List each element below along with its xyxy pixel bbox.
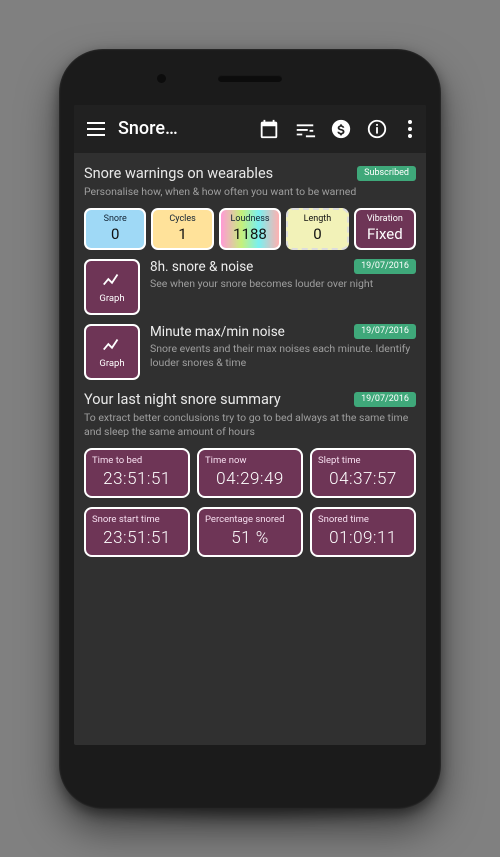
chip-vibration[interactable]: Vibration Fixed — [354, 208, 416, 250]
section2-subtitle: To extract better conclusions try to go … — [84, 411, 416, 439]
card-label: Slept time — [318, 455, 408, 466]
graph-subtitle: Snore events and their max noises each m… — [150, 342, 416, 370]
content-area: Snore warnings on wearables Subscribed P… — [74, 153, 426, 558]
card-time-now[interactable]: Time now 04:29:49 — [197, 448, 303, 498]
app-title: Snore… — [118, 118, 178, 139]
card-snore-start[interactable]: Snore start time 23:51:51 — [84, 507, 190, 557]
chart-line-icon — [101, 269, 123, 291]
chip-loudness[interactable]: Loudness 1188 — [219, 208, 281, 250]
card-label: Snore start time — [92, 514, 182, 525]
card-label: Time now — [205, 455, 295, 466]
card-time-to-bed[interactable]: Time to bed 23:51:51 — [84, 448, 190, 498]
card-label: Time to bed — [92, 455, 182, 466]
chip-value: 1 — [153, 225, 211, 243]
chip-label: Loudness — [221, 214, 279, 224]
section1-subtitle: Personalise how, when & how often you wa… — [84, 185, 416, 199]
overflow-menu-icon[interactable] — [402, 120, 418, 138]
graph-row-minute[interactable]: Graph Minute max/min noise 19/07/2016 Sn… — [84, 324, 416, 380]
chip-snore[interactable]: Snore 0 — [84, 208, 146, 250]
monetization-icon[interactable] — [330, 118, 352, 140]
chip-value: Fixed — [356, 225, 414, 243]
graph-date: 19/07/2016 — [354, 324, 416, 339]
card-value: 23:51:51 — [92, 528, 182, 548]
screen: Snore… — [74, 105, 426, 745]
card-percentage[interactable]: Percentage snored 51 % — [197, 507, 303, 557]
tune-icon[interactable] — [294, 118, 316, 140]
graph-date: 19/07/2016 — [354, 259, 416, 274]
graph-subtitle: See when your snore becomes louder over … — [150, 277, 416, 291]
section1-title: Snore warnings on wearables — [84, 165, 273, 182]
menu-icon[interactable] — [82, 115, 110, 143]
summary-row-2: Snore start time 23:51:51 Percentage sno… — [84, 507, 416, 557]
phone-sensor — [157, 74, 166, 83]
card-value: 01:09:11 — [318, 528, 408, 548]
chip-value: 0 — [86, 225, 144, 243]
graph-label: Graph — [99, 358, 124, 369]
card-slept-time[interactable]: Slept time 04:37:57 — [310, 448, 416, 498]
section2-title: Your last night snore summary — [84, 391, 281, 408]
phone-speaker — [218, 75, 282, 82]
card-value: 51 % — [205, 528, 295, 548]
summary-row-1: Time to bed 23:51:51 Time now 04:29:49 S… — [84, 448, 416, 498]
calendar-icon[interactable] — [258, 118, 280, 140]
app-toolbar: Snore… — [74, 105, 426, 153]
phone-frame: Snore… — [59, 49, 441, 809]
info-icon[interactable] — [366, 118, 388, 140]
graph-row-8h[interactable]: Graph 8h. snore & noise 19/07/2016 See w… — [84, 259, 416, 315]
graph-icon-box: Graph — [84, 259, 140, 315]
chip-label: Cycles — [153, 214, 211, 224]
card-value: 04:37:57 — [318, 469, 408, 489]
chip-cycles[interactable]: Cycles 1 — [151, 208, 213, 250]
chip-label: Length — [288, 214, 346, 224]
chip-value: 0 — [288, 225, 346, 243]
warning-chips-row: Snore 0 Cycles 1 Loudness 1188 Length 0 — [84, 208, 416, 250]
graph-icon-box: Graph — [84, 324, 140, 380]
card-value: 04:29:49 — [205, 469, 295, 489]
chip-label: Vibration — [356, 214, 414, 224]
chip-value: 1188 — [221, 225, 279, 243]
card-label: Snored time — [318, 514, 408, 525]
chart-line-icon — [101, 334, 123, 356]
subscribed-badge: Subscribed — [357, 166, 416, 181]
section2-date: 19/07/2016 — [354, 392, 416, 407]
card-value: 23:51:51 — [92, 469, 182, 489]
graph-label: Graph — [99, 293, 124, 304]
card-label: Percentage snored — [205, 514, 295, 525]
card-snored-time[interactable]: Snored time 01:09:11 — [310, 507, 416, 557]
chip-label: Snore — [86, 214, 144, 224]
chip-length[interactable]: Length 0 — [286, 208, 348, 250]
